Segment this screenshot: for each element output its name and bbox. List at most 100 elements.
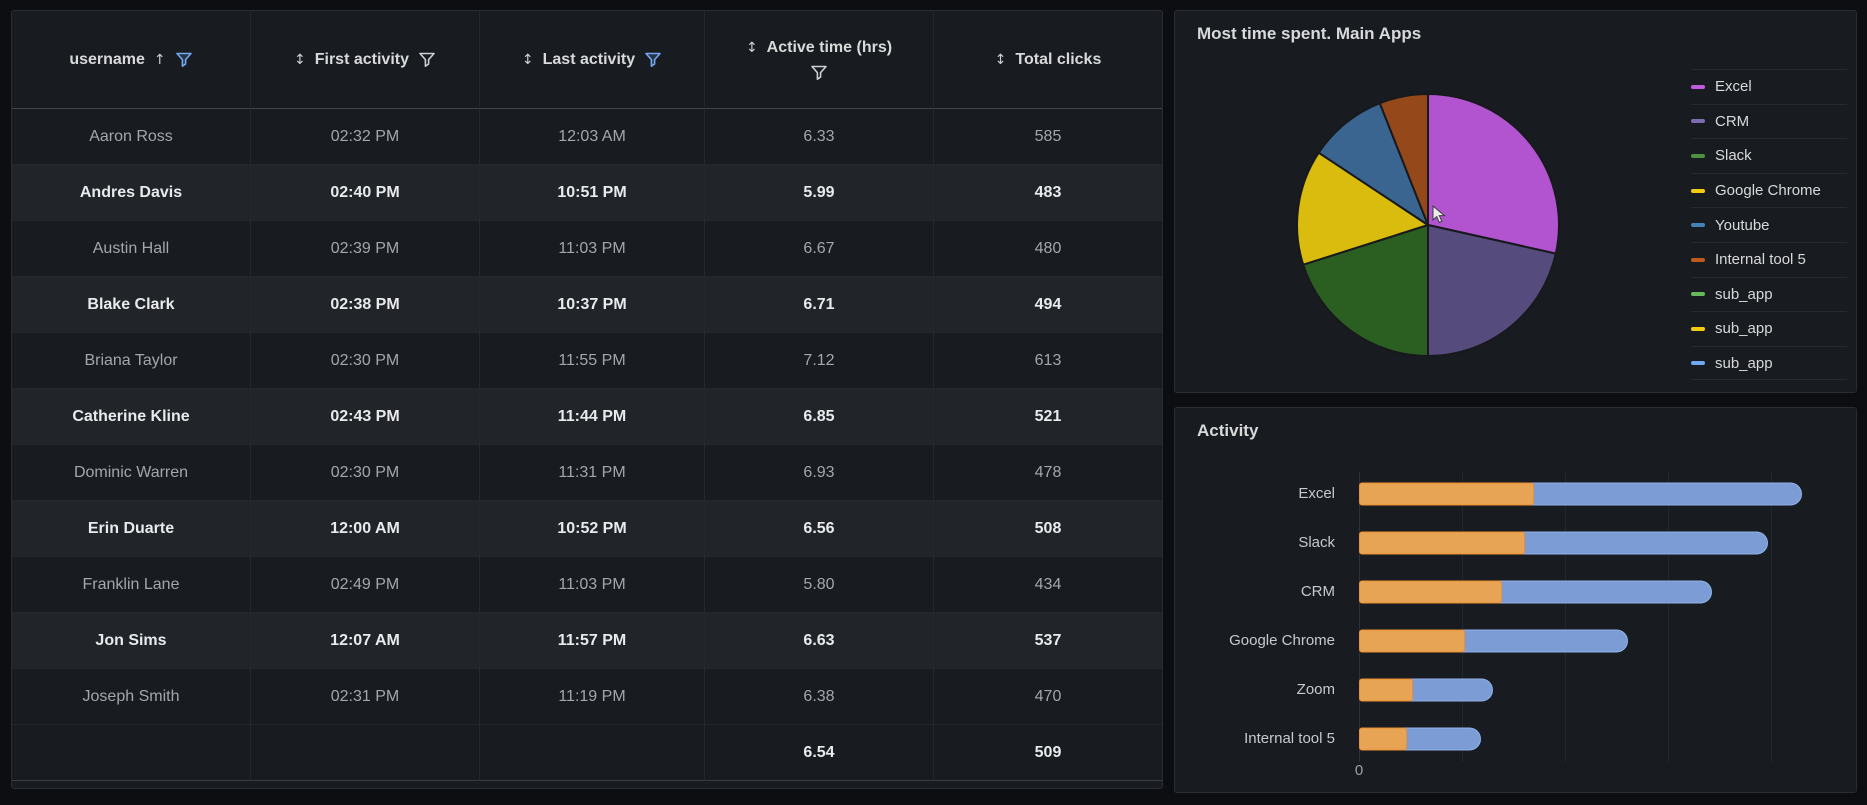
column-header-line: ↕ Active time (hrs) [746,39,892,57]
legend-color-chip [1691,153,1705,158]
legend-item-label: Internal tool 5 [1715,251,1806,269]
column-header-label: username [69,50,145,68]
table-row: Catherine Kline 02:43 PM 11:44 PM 6.85 521 [12,389,1162,445]
table-cell: 02:38 PM [251,277,480,333]
table-cell: 6.85 [705,389,934,445]
sort-updown-icon[interactable]: ↕ [522,52,534,68]
legend-item-sub-app[interactable]: sub_app [1691,345,1847,381]
column-header-total-clicks[interactable]: ↕ Total clicks [934,11,1162,109]
table-cell: 11:44 PM [480,389,705,445]
table-cell: 11:03 PM [480,557,705,613]
table-cell: Aaron Ross [12,109,251,165]
table-row: Jon Sims 12:07 AM 11:57 PM 6.63 537 [12,613,1162,669]
column-header-first-activity[interactable]: ↕ First activity [251,11,480,109]
table-row: Erin Duarte 12:00 AM 10:52 PM 6.56 508 [12,501,1162,557]
table-row: Joseph Smith 02:31 PM 11:19 PM 6.38 470 [12,669,1162,725]
table-cell: 6.71 [705,277,934,333]
table-cell: 6.38 [705,669,934,725]
legend-item-label: CRM [1715,112,1750,130]
column-header-label: Active time (hrs) [766,38,893,56]
sort-ascending-icon[interactable]: ↑ [154,52,166,68]
bar-track [1359,616,1840,665]
table-footer-cell: 6.54 [705,725,934,781]
table-cell: 10:37 PM [480,277,705,333]
x-axis-zero-label: 0 [1354,762,1364,779]
table-cell: 483 [934,165,1162,221]
table-cell: 434 [934,557,1162,613]
table-cell: 613 [934,333,1162,389]
bar-row-crm: CRM [1175,567,1856,616]
table-cell: 7.12 [705,333,934,389]
table-footer-cell [251,725,480,781]
sort-updown-icon[interactable]: ↕ [995,52,1007,68]
table-cell: 494 [934,277,1162,333]
filter-funnel-icon[interactable] [418,51,436,68]
table-footer-row: 6.54 509 [12,725,1162,781]
legend-item-sub-app[interactable]: sub_app [1691,276,1847,312]
table-cell: 521 [934,389,1162,445]
table-cell: Catherine Kline [12,389,251,445]
table-cell: 585 [934,109,1162,165]
table-row: Austin Hall 02:39 PM 11:03 PM 6.67 480 [12,221,1162,277]
column-header-label: Last activity [542,50,636,68]
table-cell: 6.93 [705,445,934,501]
bar-row-zoom: Zoom [1175,665,1856,714]
table-cell: Andres Davis [12,165,251,221]
legend-item-crm[interactable]: CRM [1691,103,1847,139]
column-header-label: First activity [314,50,409,68]
bar-row-slack: Slack [1175,518,1856,567]
table-cell: 12:03 AM [480,109,705,165]
table-body: Aaron Ross 02:32 PM 12:03 AM 6.33 585 Andres … [12,109,1162,725]
column-header-active-time-hrs[interactable]: ↕ Active time (hrs) [705,11,934,109]
legend-color-chip [1691,84,1705,89]
table-cell: 11:03 PM [480,221,705,277]
legend-item-youtube[interactable]: Youtube [1691,207,1847,242]
activity-panel: Activity 0 Excel Slack CRM Google Chrome Zoo… [1174,407,1857,793]
legend-item-excel[interactable]: Excel [1691,69,1847,104]
legend-color-chip [1691,119,1705,124]
bar-segment-orange [1359,678,1413,701]
column-header-last-activity[interactable]: ↕ Last activity [480,11,705,109]
column-header-line: ↕ Last activity [522,51,662,69]
bar-track [1359,469,1840,518]
bar-category-label: Slack [1298,534,1335,551]
legend-item-label: Slack [1715,147,1752,165]
table-cell: Blake Clark [12,277,251,333]
table-cell: Briana Taylor [12,333,251,389]
table-cell: 02:32 PM [251,109,480,165]
legend-item-sub-app[interactable]: sub_app [1691,311,1847,346]
legend-color-chip [1691,292,1705,297]
bar-row-internal-tool-5: Internal tool 5 [1175,714,1856,763]
legend-color-chip [1691,326,1705,331]
table-footer-cell [12,725,251,781]
table-cell: Jon Sims [12,613,251,669]
column-header-line [810,64,828,81]
table-footer-cell: 509 [934,725,1162,781]
table-header-row: username ↑ ↕ First activity ↕ Last activity ↕ A… [12,11,1162,109]
bar-row-google-chrome: Google Chrome [1175,616,1856,665]
sort-updown-icon[interactable]: ↕ [294,52,306,68]
filter-funnel-icon[interactable] [810,64,828,81]
table-cell: 10:52 PM [480,501,705,557]
table-cell: 6.63 [705,613,934,669]
table-cell: 02:30 PM [251,333,480,389]
filter-funnel-icon[interactable] [175,51,193,68]
table-row: Andres Davis 02:40 PM 10:51 PM 5.99 483 [12,165,1162,221]
table-cell: 12:07 AM [251,613,480,669]
table-row: Dominic Warren 02:30 PM 11:31 PM 6.93 478 [12,445,1162,501]
filter-funnel-icon[interactable] [644,51,662,68]
column-header-username[interactable]: username ↑ [12,11,251,109]
table-cell: 02:39 PM [251,221,480,277]
table-cell: 480 [934,221,1162,277]
column-header-line: ↕ First activity [294,51,436,69]
bar-segment-orange [1359,580,1502,603]
bar-category-label: CRM [1300,583,1335,600]
legend-item-label: sub_app [1715,285,1773,303]
legend-item-label: sub_app [1715,354,1773,372]
table-cell: 6.67 [705,221,934,277]
legend-item-internal-tool-5[interactable]: Internal tool 5 [1691,241,1847,277]
legend-item-slack[interactable]: Slack [1691,138,1847,173]
legend-item-google-chrome[interactable]: Google Chrome [1691,172,1847,208]
sort-updown-icon[interactable]: ↕ [746,40,758,56]
table-cell: 5.80 [705,557,934,613]
